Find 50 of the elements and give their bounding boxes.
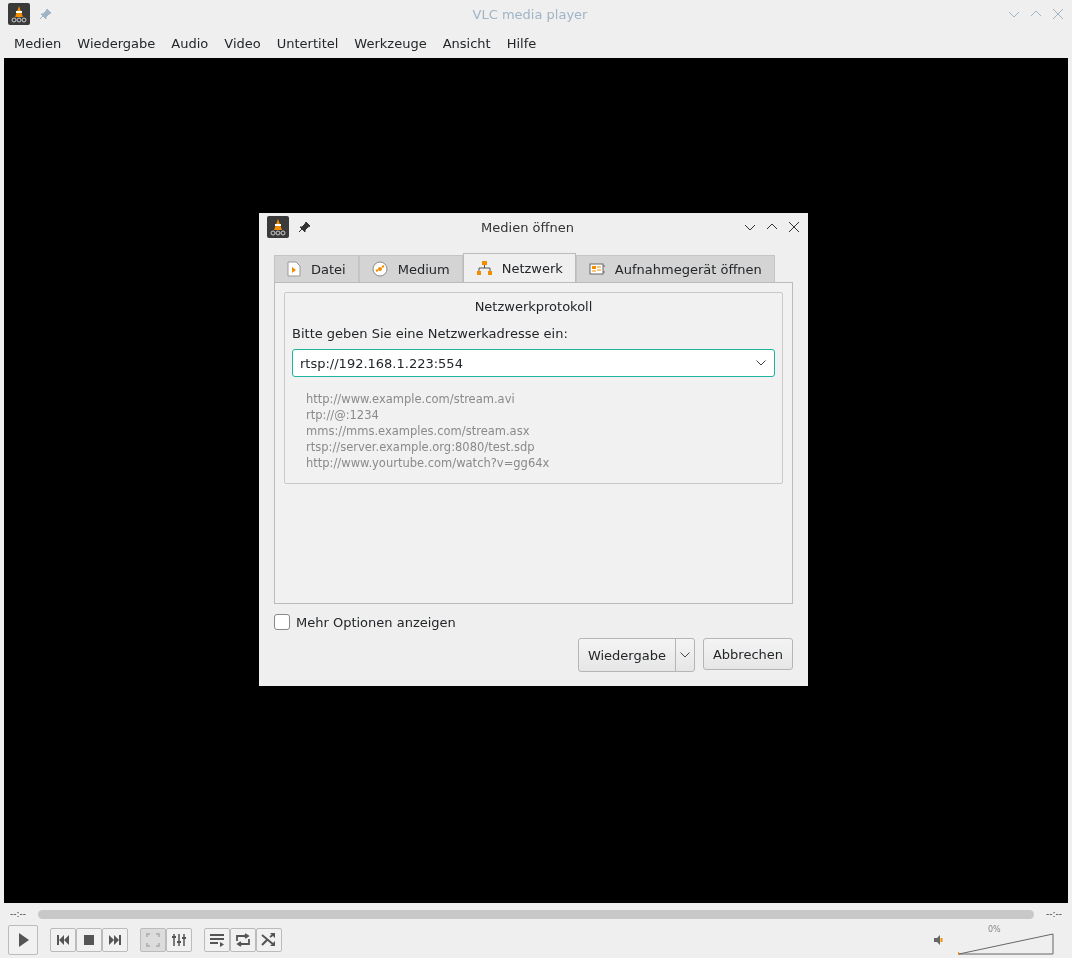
example-url: mms://mms.examples.com/stream.asx <box>306 423 531 439</box>
menu-item[interactable]: Ansicht <box>434 35 499 51</box>
example-url: rtp://@:1234 <box>306 407 380 423</box>
close-icon[interactable] <box>788 221 800 233</box>
cancel-button[interactable]: Abbrechen <box>702 638 793 670</box>
volume-reading: 0% <box>988 925 1001 934</box>
stop-button[interactable] <box>76 928 102 952</box>
group-title: Netzwerkprotokoll <box>473 299 594 314</box>
equalizer-button[interactable] <box>166 928 192 952</box>
window-title: VLC media player <box>471 6 589 22</box>
tab[interactable]: Aufnahmegerät öffnen <box>575 255 775 282</box>
loop-button[interactable] <box>230 928 256 952</box>
menu-item[interactable]: Hilfe <box>498 35 545 51</box>
example-url: rtsp://server.example.org:8080/test.sdp <box>306 439 536 455</box>
play-button[interactable]: Wiedergabe <box>578 639 676 671</box>
file-icon <box>287 261 301 277</box>
pin-icon[interactable] <box>299 221 311 233</box>
speaker-icon[interactable] <box>934 934 944 946</box>
menu-item[interactable]: Werkzeuge <box>346 35 435 51</box>
dialog-title: Medien öffnen <box>480 219 575 235</box>
menu-item[interactable]: Video <box>216 35 269 51</box>
chevron-icon[interactable] <box>756 360 766 366</box>
checkbox-label[interactable]: Mehr Optionen anzeigen <box>296 614 456 630</box>
loop-icon <box>233 930 253 950</box>
tab[interactable]: Netzwerk <box>462 253 576 282</box>
network-icon <box>475 260 492 276</box>
chevron-icon <box>679 652 690 658</box>
shuffle-button[interactable] <box>256 928 282 952</box>
tab[interactable]: Datei <box>274 255 359 282</box>
tab[interactable]: Medium <box>358 255 463 282</box>
menu-item[interactable]: Medien <box>6 35 70 51</box>
fullscreen-icon <box>143 930 163 950</box>
previous-button[interactable] <box>50 928 76 952</box>
menu-item[interactable]: Wiedergabe <box>69 35 164 51</box>
elapsed-time: --:-- <box>10 909 27 919</box>
menu-item[interactable]: Untertitel <box>268 35 347 51</box>
remaining-time: --:-- <box>1045 909 1062 919</box>
vlc-cone-icon <box>267 216 289 238</box>
play-split-button[interactable]: Wiedergabe <box>577 638 695 672</box>
address-prompt: Bitte geben Sie eine Netzwerkadresse ein: <box>292 326 569 341</box>
example-url: http://www.example.com/stream.avi <box>306 391 516 407</box>
capture-card-icon <box>588 262 605 276</box>
play-button[interactable] <box>8 925 38 955</box>
next-button[interactable] <box>102 928 128 952</box>
menu-item[interactable]: Audio <box>163 35 217 51</box>
playlist-button[interactable] <box>204 928 230 952</box>
vlc-cone-icon <box>8 3 30 25</box>
disc-icon <box>371 261 388 277</box>
checkbox[interactable] <box>274 614 290 630</box>
example-url: http://www.yourtube.com/watch?v=gg64x <box>306 455 551 471</box>
